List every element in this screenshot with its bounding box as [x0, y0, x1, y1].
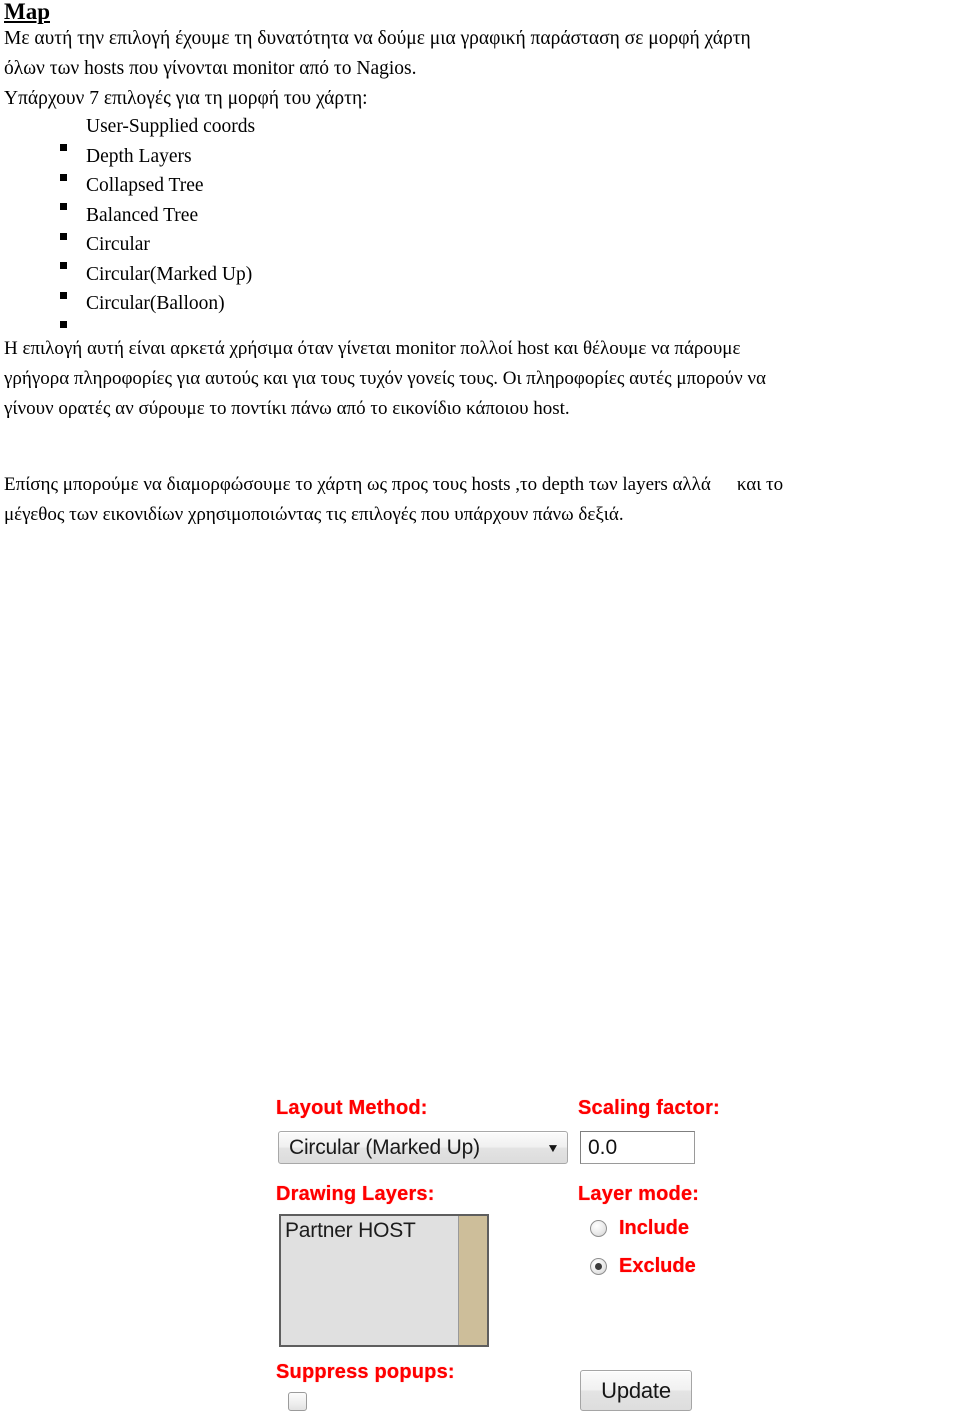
scaling-factor-input[interactable]: 0.0 [580, 1131, 695, 1164]
list-item: Circular(Balloon) [60, 289, 540, 328]
paragraph-line: γρήγορα πληροφορίες για αυτούς και για τ… [4, 368, 766, 389]
update-button[interactable]: Update [580, 1370, 692, 1411]
list-item-label: Balanced Tree [86, 204, 199, 226]
intro-paragraph: Με αυτή την επιλογή έχουμε τη δυνατότητα… [4, 24, 954, 114]
layout-method-select[interactable]: Circular (Marked Up) ▼ [278, 1131, 568, 1164]
layer-mode-radio-include[interactable]: Include [590, 1217, 689, 1240]
list-item-label: Circular(Balloon) [86, 293, 225, 314]
list-item: Balanced Tree [60, 201, 540, 240]
drawing-layers-label: Drawing Layers: [276, 1183, 435, 1205]
list-item-label: User-Supplied coords [86, 116, 256, 137]
paragraph-line: γίνουν ορατές αν σύρουμε το ποντίκι πάνω… [4, 398, 570, 419]
list-item: Depth Layers [60, 142, 540, 181]
scaling-factor-value: 0.0 [588, 1135, 618, 1159]
list-item-label: Collapsed Tree [86, 175, 204, 196]
chevron-down-icon: ▼ [546, 1140, 560, 1155]
scaling-factor-label: Scaling factor: [578, 1097, 720, 1119]
paragraph-line-part: Επίσης μπορούμε να διαμορφώσουμε το χάρτ… [4, 474, 711, 495]
map-options-list: User-Supplied coords Depth Layers Collap… [60, 112, 540, 328]
page-title: Map [4, 0, 50, 24]
list-item-label: Depth Layers [86, 145, 192, 167]
nagios-map-config-form: Layout Method: Circular (Marked Up) ▼ Sc… [0, 545, 960, 1411]
paragraph-line: Η επιλογή αυτή είναι αρκετά χρήσιμα όταν… [4, 338, 741, 359]
body-paragraph-2: Επίσης μπορούμε να διαμορφώσουμε το χάρτ… [4, 470, 956, 530]
list-item-label: Circular [86, 234, 150, 255]
suppress-popups-checkbox[interactable] [288, 1392, 307, 1411]
radio-unchecked-icon [590, 1220, 607, 1237]
document-page: Map Με αυτή την επιλογή έχουμε τη δυνατό… [0, 0, 960, 1411]
layer-mode-label: Layer mode: [578, 1183, 700, 1205]
listbox-scrollbar[interactable] [458, 1216, 487, 1345]
suppress-popups-label: Suppress popups: [276, 1361, 455, 1383]
intro-line: όλων των hosts που γίνονται monitor από … [4, 58, 417, 79]
layout-method-value: Circular (Marked Up) [289, 1135, 480, 1159]
paragraph-line: μέγεθος των εικονιδίων χρησιμοποιώντας τ… [4, 504, 624, 525]
list-item: Circular [60, 230, 540, 269]
intro-line: Υπάρχουν 7 επιλογές για τη μορφή του χάρ… [4, 88, 368, 109]
paragraph-line-part: και το [736, 474, 784, 495]
drawing-layers-items: Partner HOST [281, 1216, 458, 1345]
layer-mode-radio-exclude[interactable]: Exclude [590, 1255, 696, 1278]
list-item: Circular(Marked Up) [60, 260, 540, 299]
paragraph-line: Επίσης μπορούμε να διαμορφώσουμε το χάρτ… [4, 470, 956, 500]
radio-checked-icon [590, 1258, 607, 1275]
layout-method-label: Layout Method: [276, 1097, 428, 1119]
list-item: User-Supplied coords [60, 112, 540, 151]
list-item-label: Circular(Marked Up) [86, 263, 253, 285]
layer-mode-include-label: Include [619, 1217, 690, 1239]
body-paragraph-1: Η επιλογή αυτή είναι αρκετά χρήσιμα όταν… [4, 334, 956, 424]
layer-mode-exclude-label: Exclude [619, 1255, 696, 1277]
intro-line: Με αυτή την επιλογή έχουμε τη δυνατότητα… [4, 28, 751, 49]
list-item: Collapsed Tree [60, 171, 540, 210]
drawing-layers-listbox[interactable]: Partner HOST [279, 1214, 489, 1347]
list-item[interactable]: Partner HOST [285, 1218, 458, 1244]
